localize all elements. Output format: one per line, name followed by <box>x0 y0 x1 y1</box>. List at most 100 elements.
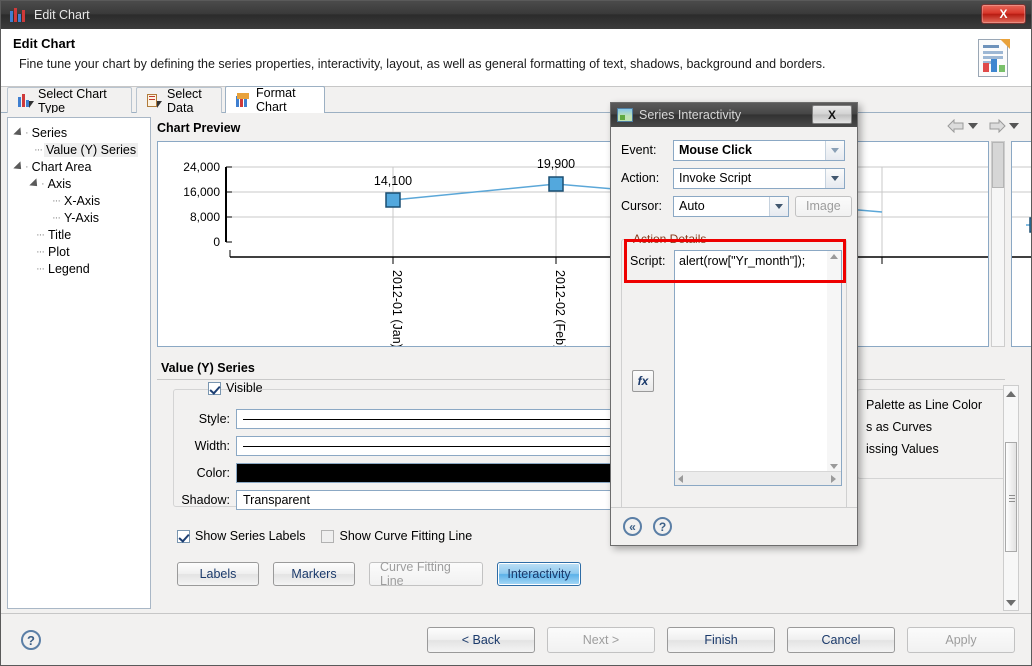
format-chart-icon <box>235 92 251 108</box>
action-value: Invoke Script <box>679 171 752 185</box>
finish-button[interactable]: Finish <box>667 627 775 653</box>
page-description: Fine tune your chart by defining the ser… <box>19 57 826 71</box>
show-curve-fitting-line-checkbox-group[interactable]: Show Curve Fitting Line <box>321 529 472 543</box>
visible-checkbox[interactable] <box>208 381 221 395</box>
back-button[interactable]: < Back <box>427 627 535 653</box>
chart-element-tree[interactable]: · Series ··· Value (Y) Series · Chart Ar… <box>7 117 151 609</box>
dialog-help-button[interactable]: ? <box>653 517 672 536</box>
scroll-up-button[interactable] <box>1005 387 1017 400</box>
show-curve-fitting-line-checkbox[interactable] <box>321 529 335 543</box>
script-horizontal-scrollbar[interactable] <box>675 471 841 485</box>
preview-chart: 24,000 16,000 8,000 0 14,100 19,900 2012… <box>183 157 988 346</box>
tree-item-x-axis[interactable]: ··· X-Axis <box>16 192 150 209</box>
cursor-dropdown[interactable]: Auto <box>673 195 789 217</box>
help-button[interactable]: ? <box>21 630 41 650</box>
script-editor[interactable]: alert(row["Yr_month"]); <box>674 250 842 486</box>
dialog-footer: « ? <box>611 507 857 545</box>
preview-scrollbar[interactable] <box>991 141 1005 347</box>
shadow-value: Transparent <box>243 493 310 507</box>
chart-preview-canvas: 24,000 16,000 8,000 0 14,100 19,900 2012… <box>157 141 989 347</box>
dialog-body: Event: Mouse Click Action: Invoke Script… <box>611 127 857 522</box>
color-label: Color: <box>196 466 230 480</box>
tree-item-y-axis[interactable]: ··· Y-Axis <box>16 209 150 226</box>
tab-label: Select Data <box>167 86 202 115</box>
show-series-labels-checkbox[interactable] <box>177 529 190 543</box>
tree-item-label: Plot <box>48 244 70 259</box>
interactivity-button[interactable]: Interactivity <box>497 562 581 586</box>
preview-scrollbar-thumb[interactable] <box>992 142 1004 188</box>
edit-chart-window: Edit Chart X Edit Chart Fine tune your c… <box>0 0 1032 666</box>
option-palette-as-line-color[interactable]: Palette as Line Color <box>866 398 982 412</box>
tree-item-label: Value (Y) Series <box>44 142 139 157</box>
collapse-button[interactable]: « <box>623 517 642 536</box>
select-data-icon <box>146 93 162 108</box>
svg-text:16,000: 16,000 <box>183 185 220 199</box>
curve-fitting-line-button: Curve Fitting Line <box>369 560 483 588</box>
tab-label: Format Chart <box>256 86 296 114</box>
action-details-legend: Action Details <box>630 232 710 246</box>
script-value: alert(row["Yr_month"]); <box>679 254 806 268</box>
chevron-down-icon <box>775 203 783 209</box>
expander-down-icon[interactable] <box>13 160 25 173</box>
labels-button[interactable]: Labels <box>177 562 259 586</box>
shadow-label: Shadow: <box>181 493 230 507</box>
image-button: Image <box>795 195 852 217</box>
tree-item-label: X-Axis <box>64 193 101 208</box>
nav-back-button[interactable] <box>947 119 978 133</box>
tree-item-legend[interactable]: ··· Legend <box>16 260 150 277</box>
action-label: Action: <box>621 171 660 185</box>
wizard-header: Edit Chart Fine tune your chart by defin… <box>1 29 1031 87</box>
tab-label: Select Chart Type <box>38 86 107 115</box>
chevron-down-icon <box>831 175 839 181</box>
preview-navigation <box>947 119 1019 133</box>
apply-button: Apply <box>907 627 1015 653</box>
action-dropdown[interactable]: Invoke Script <box>673 167 845 189</box>
show-series-labels-label: Show Series Labels <box>195 529 306 543</box>
event-dropdown[interactable]: Mouse Click <box>673 139 845 161</box>
chevron-down-icon[interactable] <box>1009 123 1019 129</box>
svg-text:14,100: 14,100 <box>374 174 412 188</box>
event-label: Event: <box>621 143 657 157</box>
tree-item-value-y-series[interactable]: ··· Value (Y) Series <box>16 141 150 158</box>
back-arrow-icon <box>947 119 964 133</box>
tab-select-chart-type[interactable]: Select Chart Type <box>7 86 132 115</box>
expression-builder-button[interactable]: fx <box>632 370 654 392</box>
wizard-footer: ? < Back Next > Finish Cancel Apply <box>1 613 1031 665</box>
chart-preview-title: Chart Preview <box>157 121 241 135</box>
value-y-series-panel: Value (Y) Series Visible Style: Width: C… <box>157 359 1009 605</box>
cancel-button[interactable]: Cancel <box>787 627 895 653</box>
tree-item-chart-area[interactable]: · Chart Area <box>13 158 150 175</box>
options-scrollbar-thumb[interactable] <box>1005 442 1017 552</box>
tree-item-series[interactable]: · Series <box>13 124 150 141</box>
tree-item-axis[interactable]: · Axis <box>16 175 150 192</box>
tree-item-plot[interactable]: ··· Plot <box>16 243 150 260</box>
script-vertical-scrollbar[interactable] <box>827 251 841 473</box>
show-curve-fitting-line-label: Show Curve Fitting Line <box>339 529 473 543</box>
scroll-down-button[interactable] <box>1005 596 1017 609</box>
tree-item-title[interactable]: ··· Title <box>16 226 150 243</box>
window-close-button[interactable]: X <box>981 4 1026 24</box>
nav-forward-button[interactable] <box>988 119 1019 133</box>
svg-text:2012-02 (Feb): 2012-02 (Feb) <box>553 270 567 346</box>
svg-text:2012-01 (Jan): 2012-01 (Jan) <box>390 270 404 346</box>
option-lines-as-curves[interactable]: s as Curves <box>866 420 932 434</box>
markers-button[interactable]: Markers <box>273 562 355 586</box>
chart-legend-area: SACCARAM Y <box>1011 141 1031 347</box>
option-connect-missing-values[interactable]: issing Values <box>866 442 939 456</box>
options-scrollbar[interactable] <box>1003 385 1019 611</box>
series-interactivity-dialog: Series Interactivity X Event: Mouse Clic… <box>610 102 858 546</box>
tab-select-data[interactable]: Select Data <box>136 86 222 115</box>
expander-down-icon[interactable] <box>29 177 41 190</box>
dialog-close-button[interactable]: X <box>812 105 852 124</box>
tab-format-chart[interactable]: Format Chart <box>225 86 325 114</box>
tree-item-label: Y-Axis <box>64 210 99 225</box>
event-value: Mouse Click <box>679 143 752 157</box>
script-label: Script: <box>630 254 666 268</box>
show-series-labels-checkbox-group[interactable]: Show Series Labels <box>177 529 305 543</box>
svg-text:0: 0 <box>213 235 220 249</box>
chevron-down-icon[interactable] <box>968 123 978 129</box>
expander-down-icon[interactable] <box>13 126 25 139</box>
cursor-label: Cursor: <box>621 199 662 213</box>
tree-item-label: Title <box>48 227 72 242</box>
window-titlebar: Edit Chart X <box>1 1 1031 29</box>
